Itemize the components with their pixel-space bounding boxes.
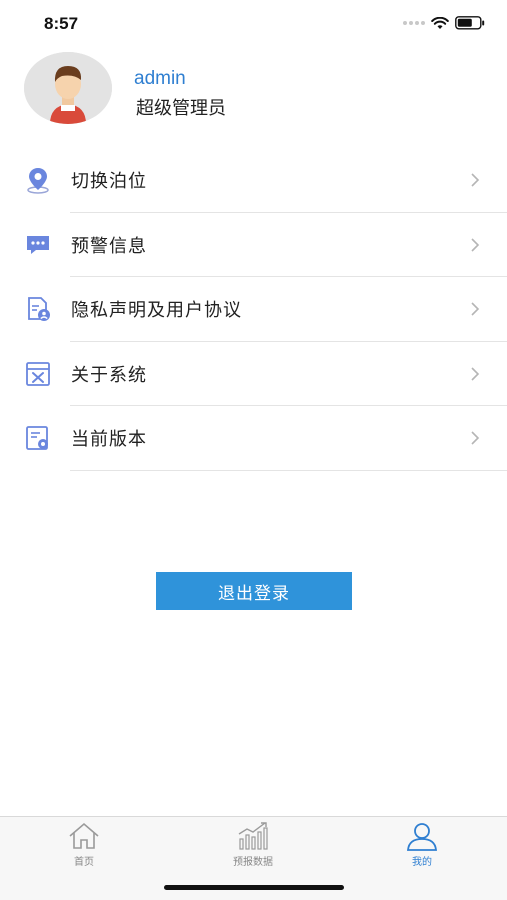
home-indicator[interactable] [164, 885, 344, 890]
home-icon [69, 822, 99, 849]
menu-item-version[interactable]: 当前版本 [0, 406, 507, 471]
tab-label: 首页 [74, 857, 94, 868]
status-indicators [403, 16, 485, 30]
menu-item-label: 当前版本 [71, 429, 147, 451]
menu-item-label: 预警信息 [71, 235, 147, 257]
tab-label: 预报数据 [233, 857, 273, 868]
menu-item-switch-berth[interactable]: 切换泊位 [0, 148, 507, 213]
tab-mine[interactable]: 我的 [372, 821, 472, 871]
settings-window-icon [26, 361, 50, 386]
avatar[interactable] [24, 52, 112, 124]
chevron-right-icon [471, 302, 480, 316]
menu-item-label: 隐私声明及用户协议 [71, 300, 242, 322]
logout-button[interactable]: 退出登录 [156, 572, 352, 610]
menu-item-label: 切换泊位 [71, 171, 147, 193]
menu-item-alerts[interactable]: 预警信息 [0, 213, 507, 277]
signal-icon [403, 21, 425, 25]
menu-item-label: 关于系统 [71, 364, 147, 386]
profile-header: admin 超级管理员 [24, 52, 484, 126]
menu-item-about[interactable]: 关于系统 [0, 342, 507, 406]
tab-home[interactable]: 首页 [34, 821, 134, 871]
chevron-right-icon [471, 367, 480, 381]
tab-forecast[interactable]: 预报数据 [203, 821, 303, 871]
avatar-icon [24, 52, 112, 124]
status-bar: 8:57 [0, 0, 507, 48]
message-icon [27, 235, 49, 254]
user-role: 超级管理员 [136, 98, 226, 119]
divider [70, 469, 507, 471]
location-pin-icon [27, 168, 49, 194]
battery-icon [455, 16, 485, 30]
version-icon [26, 426, 48, 451]
menu-item-privacy[interactable]: 隐私声明及用户协议 [0, 277, 507, 342]
user-icon [407, 823, 437, 851]
wifi-icon [431, 16, 449, 29]
chevron-right-icon [471, 173, 480, 187]
settings-menu: 切换泊位 预警信息 隐私声明及用户协议 关于系统 当前版本 [0, 148, 507, 471]
username: admin [134, 68, 186, 89]
tab-label: 我的 [412, 857, 432, 868]
chart-icon [238, 822, 268, 850]
status-time: 8:57 [44, 14, 79, 33]
chevron-right-icon [471, 238, 480, 252]
document-user-icon [28, 297, 50, 322]
chevron-right-icon [471, 431, 480, 445]
